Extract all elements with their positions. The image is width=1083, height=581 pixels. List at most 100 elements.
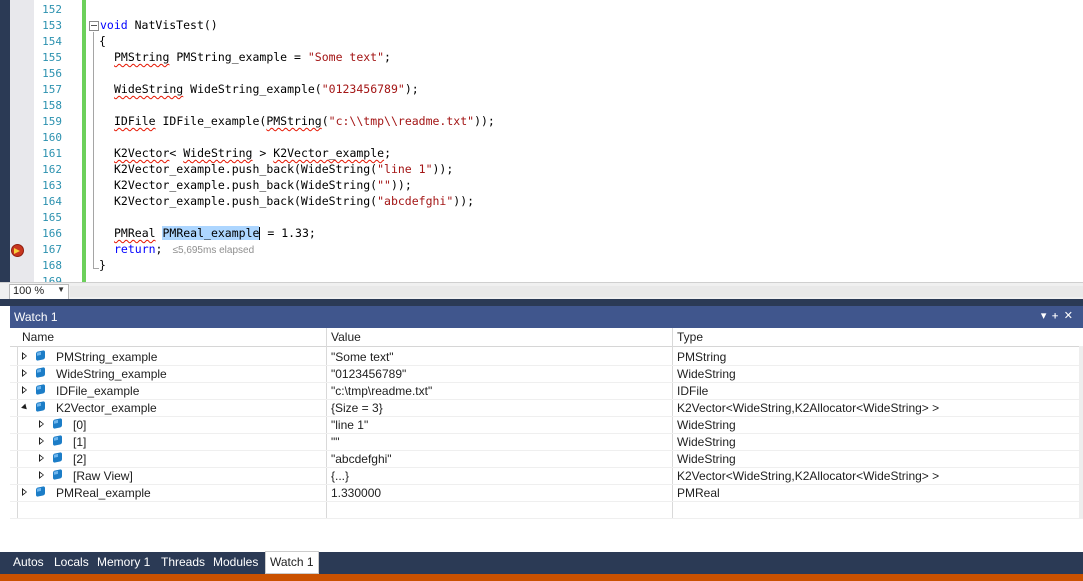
- code-line-168[interactable]: }: [99, 258, 106, 272]
- code-editor[interactable]: 152 153 154 155 156 157 158 159 160 161 …: [0, 0, 1083, 282]
- code-line-161[interactable]: K2Vector< WideString > K2Vector_example;: [114, 146, 391, 160]
- expand-icon[interactable]: [22, 369, 27, 377]
- debug-tab-strip: Autos Locals Memory 1 Threads Modules Wa…: [0, 551, 1083, 574]
- zoom-dropdown[interactable]: 100 % ▼: [9, 284, 69, 300]
- watch-name[interactable]: K2Vector_example: [56, 401, 157, 415]
- tab-modules[interactable]: Modules: [209, 552, 262, 574]
- code-line-166[interactable]: PMReal PMReal_example = 1.33;: [114, 226, 316, 240]
- code-text: ));: [432, 162, 454, 176]
- code-line-153[interactable]: void NatVisTest(): [100, 18, 218, 32]
- code-text: IDFile_example(: [155, 114, 267, 128]
- pin-icon[interactable]: ᚐ: [1052, 310, 1063, 322]
- dropdown-icon[interactable]: ▾: [1041, 310, 1053, 322]
- watch-row[interactable]: K2Vector_example {Size = 3} K2Vector<WideS…: [10, 399, 1083, 417]
- object-icon: [36, 401, 45, 412]
- code-line-157[interactable]: WideString WideString_example("012345678…: [114, 82, 419, 96]
- type-name: K2Vector: [114, 146, 170, 160]
- string-literal: "Some text": [307, 50, 385, 64]
- watch-row[interactable]: [Raw View] {...} K2Vector<WideString,K2All…: [10, 467, 1083, 485]
- expand-icon[interactable]: [39, 420, 44, 428]
- tab-locals[interactable]: Locals: [50, 552, 93, 574]
- watch-name[interactable]: [Raw View]: [73, 469, 133, 483]
- tab-watch-1[interactable]: Watch 1: [265, 551, 319, 574]
- string-literal: "line 1": [377, 162, 433, 176]
- watch-name[interactable]: WideString_example: [56, 367, 167, 381]
- code-text: ;: [384, 146, 391, 160]
- column-header-value[interactable]: Value: [331, 330, 361, 344]
- code-text: PMString_example =: [169, 50, 308, 64]
- line-number: 154: [42, 35, 62, 48]
- watch-value[interactable]: 1.330000: [331, 486, 381, 500]
- column-header-name[interactable]: Name: [22, 330, 54, 344]
- type-name: WideString: [114, 82, 184, 96]
- watch-row[interactable]: IDFile_example "c:\tmp\readme.txt" IDFile: [10, 382, 1083, 400]
- window-controls: ▾ᚐ✕: [1041, 309, 1079, 322]
- perf-tip[interactable]: ≤5,695ms elapsed: [172, 245, 254, 256]
- watch-value[interactable]: "": [331, 435, 340, 449]
- code-text: ));: [390, 178, 412, 192]
- expand-icon[interactable]: [22, 352, 27, 360]
- watch-row[interactable]: [0] "line 1" WideString: [10, 416, 1083, 434]
- line-number: 167: [42, 243, 62, 256]
- code-text: K2Vector_example.push_back(WideString(: [114, 194, 378, 208]
- watch-value[interactable]: "abcdefghi": [331, 452, 392, 466]
- string-literal: "0123456789": [321, 82, 405, 96]
- editor-zoom-bar: 100 % ▼: [0, 282, 1083, 300]
- line-number: 163: [42, 179, 62, 192]
- type-name: PMString: [266, 114, 322, 128]
- watch-row[interactable]: WideString_example "0123456789" WideString: [10, 365, 1083, 383]
- line-number: 156: [42, 67, 62, 80]
- indicator-margin[interactable]: [10, 0, 34, 282]
- watch-row[interactable]: [1] "" WideString: [10, 433, 1083, 451]
- column-header-type[interactable]: Type: [677, 330, 703, 344]
- watch-type: WideString: [677, 418, 736, 432]
- watch-name[interactable]: PMReal_example: [56, 486, 151, 500]
- watch-name[interactable]: [2]: [73, 452, 86, 466]
- line-number: 155: [42, 51, 62, 64]
- code-text: ;: [155, 242, 163, 256]
- tab-threads[interactable]: Threads: [157, 552, 209, 574]
- expand-icon[interactable]: [22, 386, 27, 394]
- watch-row[interactable]: PMString_example "Some text" PMString: [10, 348, 1083, 366]
- watch-value[interactable]: {...}: [331, 469, 349, 483]
- line-number: 162: [42, 163, 62, 176]
- watch-name[interactable]: PMString_example: [56, 350, 157, 364]
- close-icon[interactable]: ✕: [1064, 310, 1079, 322]
- vertical-scrollbar[interactable]: [1079, 346, 1083, 518]
- watch-type: PMString: [677, 350, 727, 364]
- code-line-164[interactable]: K2Vector_example.push_back(WideString("a…: [114, 194, 474, 208]
- pane-splitter[interactable]: [0, 299, 1083, 306]
- code-line-159[interactable]: IDFile IDFile_example(PMString("c:\\tmp\…: [114, 114, 495, 128]
- watch-value[interactable]: "c:\tmp\readme.txt": [331, 384, 432, 398]
- code-line-162[interactable]: K2Vector_example.push_back(WideString("l…: [114, 162, 453, 176]
- horizontal-scrollbar[interactable]: [70, 286, 1083, 297]
- watch-value[interactable]: "Some text": [331, 350, 394, 364]
- tab-memory-1[interactable]: Memory 1: [93, 552, 154, 574]
- watch-value[interactable]: "line 1": [331, 418, 368, 432]
- watch-type: IDFile: [677, 384, 709, 398]
- code-line-155[interactable]: PMString PMString_example = "Some text";: [114, 50, 391, 64]
- code-line-167[interactable]: return; ≤5,695ms elapsed: [114, 242, 254, 256]
- code-line-163[interactable]: K2Vector_example.push_back(WideString(""…: [114, 178, 412, 192]
- object-icon: [53, 469, 62, 480]
- code-line-154[interactable]: {: [99, 34, 106, 48]
- current-statement-arrow-icon[interactable]: [11, 244, 24, 257]
- keyword: return: [114, 242, 156, 256]
- expanded-icon[interactable]: [21, 403, 29, 412]
- selected-text[interactable]: PMReal_example: [162, 226, 260, 240]
- expand-icon[interactable]: [39, 454, 44, 462]
- expand-icon[interactable]: [39, 437, 44, 445]
- watch-name[interactable]: [0]: [73, 418, 86, 432]
- add-watch-row[interactable]: [10, 501, 1083, 519]
- collapse-icon[interactable]: [89, 21, 99, 31]
- watch-name[interactable]: IDFile_example: [56, 384, 139, 398]
- tab-autos[interactable]: Autos: [9, 552, 48, 574]
- watch-value[interactable]: "0123456789": [331, 367, 406, 381]
- expand-icon[interactable]: [39, 471, 44, 479]
- watch-row[interactable]: PMReal_example 1.330000 PMReal: [10, 484, 1083, 502]
- watch-value[interactable]: {Size = 3}: [331, 401, 383, 415]
- watch-name[interactable]: [1]: [73, 435, 86, 449]
- watch-titlebar[interactable]: Watch 1 ▾ᚐ✕: [10, 306, 1083, 328]
- watch-row[interactable]: [2] "abcdefghi" WideString: [10, 450, 1083, 468]
- expand-icon[interactable]: [22, 488, 27, 496]
